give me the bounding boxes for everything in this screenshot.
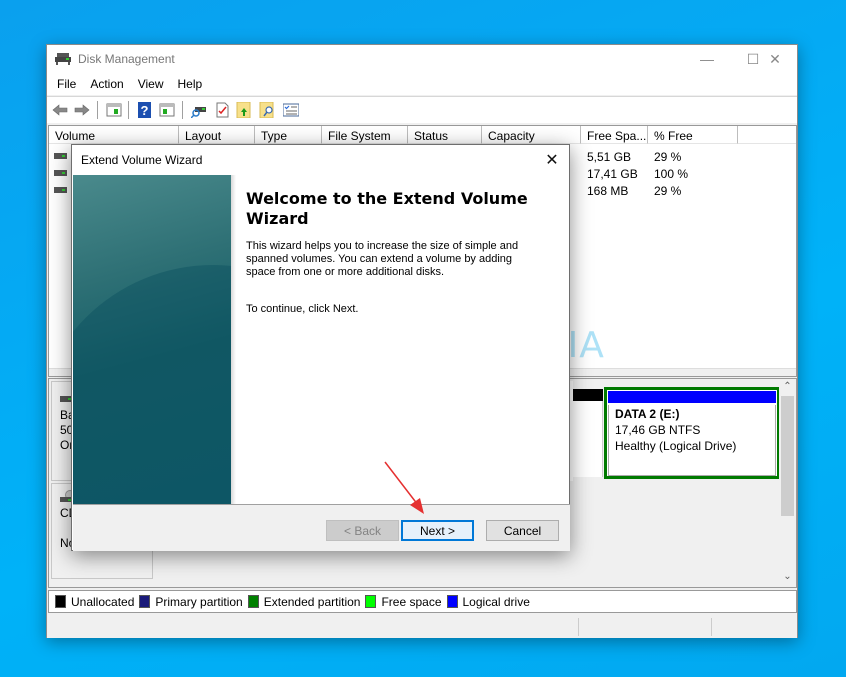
back-button[interactable]: < Back [326,520,399,541]
scroll-up-icon[interactable]: ⌃ [779,381,796,395]
legend-swatch [446,595,458,608]
column-header-file-system[interactable]: File System [322,126,408,144]
disk-map-vertical-scrollbar[interactable]: ⌃ ⌄ [779,379,796,587]
legend-extended-partition: Extended partition [247,595,360,609]
legend-logical-drive: Logical drive [446,595,530,609]
checklist-icon[interactable] [283,102,299,118]
volume-drive-icon [54,170,67,176]
column-header-free-space[interactable]: Free Spa... [581,126,648,144]
show-hide-action-pane-icon[interactable] [159,102,175,118]
status-separator [711,618,712,636]
percent-free: 100 % [654,167,689,181]
extend-volume-wizard-dialog: Extend Volume Wizard ✕ Welcome to the Ex… [71,144,570,551]
wizard-heading: Welcome to the Extend Volume Wizard [246,189,528,228]
partition-block[interactable] [573,401,603,477]
toolbar: ? [47,96,797,123]
folder-search-icon[interactable] [259,102,275,118]
folder-up-icon[interactable] [236,102,252,118]
menu-bar: File Action View Help [47,73,797,95]
minimize-icon: — [700,51,714,67]
column-header-capacity[interactable]: Capacity [482,126,581,144]
title-bar[interactable]: Disk Management — ☐ ✕ [47,45,797,73]
free-space: 168 MB [587,184,629,198]
free-space: 17,41 GB [587,167,638,181]
scrollbar-thumb[interactable] [781,396,794,516]
toolbar-separator [128,101,129,119]
forward-icon[interactable] [74,102,90,118]
legend-swatch [55,595,66,608]
column-header-layout[interactable]: Layout [179,126,255,144]
minimize-button[interactable]: — [684,45,730,73]
partition-status: Healthy (Logical Drive) [615,439,737,453]
toolbar-separator [182,101,183,119]
column-header-type[interactable]: Type [255,126,322,144]
legend-swatch [247,595,259,608]
column-header-status[interactable]: Status [408,126,482,144]
connect-disk-icon[interactable] [191,102,207,118]
wizard-description: This wizard helps you to increase the si… [246,240,519,278]
percent-free: 29 % [654,150,682,164]
next-button[interactable]: Next > [401,520,474,541]
volume-drive-icon [54,187,67,193]
status-separator [578,618,579,636]
legend-free-space: Free space [365,595,442,609]
close-window-button[interactable]: ✕ [752,45,798,73]
menu-file[interactable]: File [50,73,83,95]
show-hide-console-tree-icon[interactable] [106,102,122,118]
dialog-close-button[interactable]: ✕ [535,145,569,174]
unallocated-bar [573,389,603,401]
partition-info: DATA 2 (E:) 17,46 GB NTFS Healthy (Logic… [608,405,776,476]
partition-size: 17,46 GB NTFS [615,423,701,437]
back-icon[interactable] [52,102,68,118]
free-space: 5,51 GB [587,150,632,164]
close-icon: ✕ [769,50,781,67]
scroll-down-icon[interactable]: ⌄ [779,571,796,585]
properties-check-icon[interactable] [214,102,230,118]
menu-view[interactable]: View [131,73,171,95]
banner-curve [73,265,231,504]
help-icon[interactable]: ? [137,102,153,118]
disk-management-app-icon [55,53,71,65]
column-header-volume[interactable]: Volume [49,126,179,144]
banner-shadow [231,175,236,504]
close-icon: ✕ [545,151,559,169]
status-bar [47,616,797,638]
dialog-footer: < Back Next > Cancel [73,504,570,551]
legend-swatch [139,595,151,608]
logical-drive-bar [608,391,776,403]
volume-drive-icon [54,153,67,159]
partition-name: DATA 2 (E:) [615,407,680,421]
column-header-empty [738,126,796,144]
legend-primary-partition: Primary partition [139,595,243,609]
percent-free: 29 % [654,184,682,198]
window-title: Disk Management [78,52,175,66]
cancel-button[interactable]: Cancel [486,520,559,541]
partition-data2-e[interactable]: DATA 2 (E:) 17,46 GB NTFS Healthy (Logic… [604,387,780,479]
svg-text:?: ? [141,103,149,118]
wizard-banner-image [73,175,231,504]
menu-action[interactable]: Action [83,73,130,95]
column-header-percent-free[interactable]: % Free [648,126,738,144]
toolbar-separator [97,101,98,119]
wizard-continue-text: To continue, click Next. [246,303,359,315]
legend-bar: Unallocated Primary partition Extended p… [48,590,797,613]
dialog-title: Extend Volume Wizard [81,153,203,167]
legend-unallocated: Unallocated [55,595,134,609]
legend-swatch [365,595,377,608]
menu-help[interactable]: Help [171,73,210,95]
